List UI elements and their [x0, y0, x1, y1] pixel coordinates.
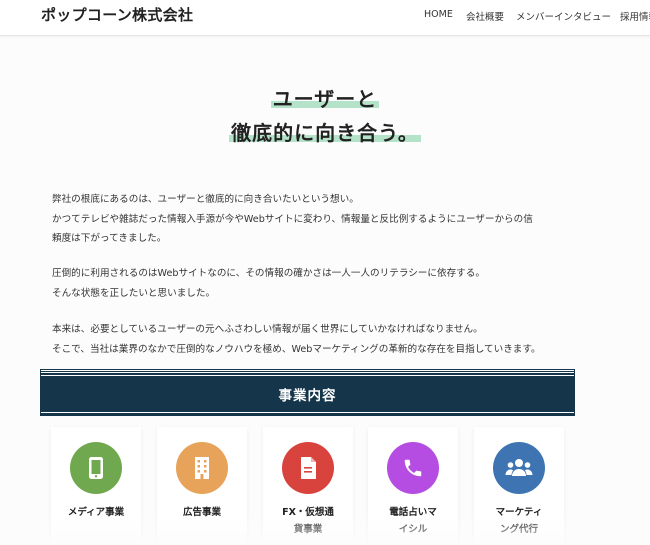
phone-icon — [387, 442, 439, 494]
intro-paragraph-3: 本来は、必要としているユーザーの元へふさわしい情報が届く世界にしていかなければな… — [52, 320, 592, 359]
service-card-media[interactable]: メディア事業 — [51, 427, 141, 545]
service-card-phone-fortune[interactable]: 電話占いマイシル — [368, 427, 458, 545]
hero-title-line1-wrap: ユーザーと — [0, 83, 650, 112]
service-label: 広告事業 — [182, 507, 221, 518]
service-label: マーケティング代行 — [474, 504, 564, 538]
nav-member-interview[interactable]: メンバーインタビュー — [516, 9, 611, 23]
nav-recruit[interactable]: 採用情報 — [620, 9, 650, 23]
service-card-advertising[interactable]: 広告事業 — [157, 427, 247, 545]
service-label-text: FX・仮想通貨事業 — [282, 507, 334, 535]
main-nav: HOME 会社概要 メンバーインタビュー 採用情報 — [0, 9, 650, 25]
service-label: FX・仮想通貨事業 — [263, 504, 353, 538]
intro-text: 頼度は下がってきました。 — [52, 233, 167, 244]
services-title: 事業内容 — [278, 388, 337, 404]
service-label-text: 電話占いマイシル — [389, 507, 437, 535]
building-icon — [176, 442, 228, 494]
service-label: メディア事業 — [67, 507, 125, 518]
intro-paragraph-1: 弊社の根底にあるのは、ユーザーと徹底的に向き合いたいという想い。 かつてテレビや… — [52, 190, 592, 249]
service-card-fx-crypto[interactable]: FX・仮想通貨事業 — [263, 427, 353, 545]
document-icon — [282, 442, 334, 494]
intro-text: 弊社の根底にあるのは、ユーザーと徹底的に向き合いたいという想い。 — [52, 194, 359, 205]
intro-text: 本来は、必要としているユーザーの元へふさわしい情報が届く世界にしていかなければな… — [52, 324, 483, 335]
smartphone-icon — [70, 442, 122, 494]
services-heading-band: 事業内容 — [40, 369, 575, 416]
intro-text: そんな状態を正したいと思いました。 — [52, 287, 216, 299]
service-label: 電話占いマイシル — [368, 504, 458, 538]
intro-text: かつてテレビや雑誌だった情報入手源が今やWebサイトに変わり、情報量と反比例する… — [52, 213, 533, 225]
intro-paragraph-2: 圧倒的に利用されるのはWebサイトなのに、その情報の確かさは一人一人のリテラシー… — [52, 264, 592, 303]
nav-home[interactable]: HOME — [424, 9, 453, 20]
service-card-marketing[interactable]: マーケティング代行 — [474, 427, 564, 545]
hero-title-line2-wrap: 徹底的に向き合う。 — [0, 117, 650, 146]
nav-company[interactable]: 会社概要 — [466, 9, 504, 23]
site-header: ポップコーン株式会社 HOME 会社概要 メンバーインタビュー 採用情報 — [0, 0, 650, 36]
intro-text: 圧倒的に利用されるのはWebサイトなのに、その情報の確かさは一人一人のリテラシー… — [52, 268, 485, 279]
intro-text: そこで、当社は業界のなかで圧倒的なノウハウを極め、Webマーケティングの革新的な… — [52, 343, 541, 355]
service-label-text: マーケティング代行 — [495, 507, 543, 535]
users-icon — [493, 442, 545, 494]
hero-title-line2: 徹底的に向き合う。 — [229, 117, 421, 146]
hero-title-line1: ユーザーと — [270, 83, 380, 112]
